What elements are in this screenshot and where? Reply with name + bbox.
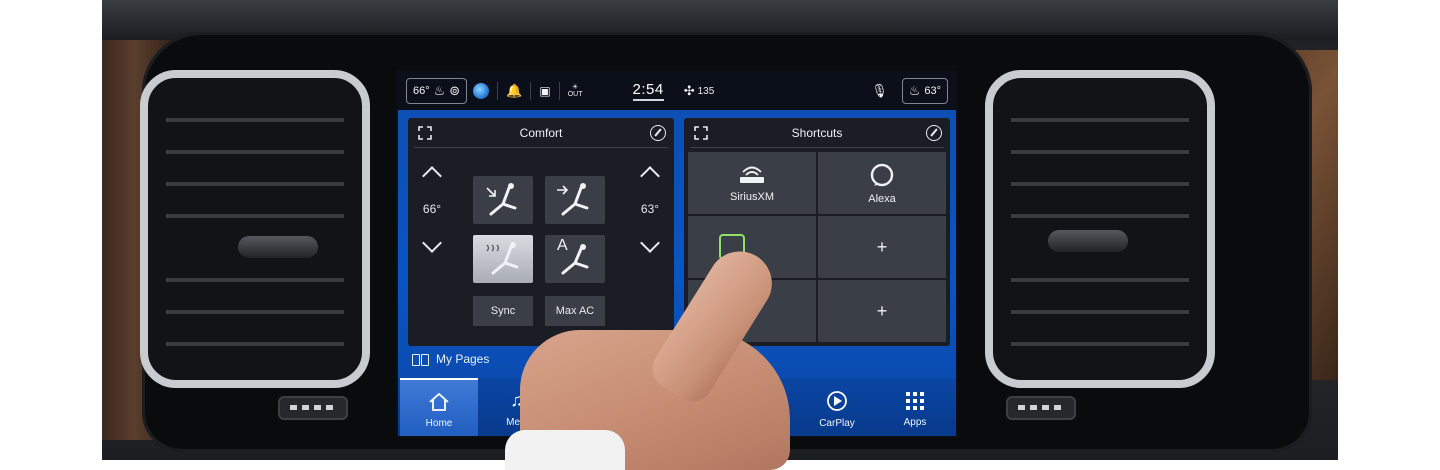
clock: 2:54 [632,81,664,101]
siriusxm-label: SiriusXM [729,190,774,203]
nav-apps[interactable]: Apps [876,378,954,436]
shortcut-siriusxm[interactable]: SiriusXM [688,152,816,214]
shortcuts-header: Shortcuts [690,118,944,148]
shortcut-alexa[interactable]: Alexa [818,152,946,214]
auto-label: A [557,237,568,254]
nav-home[interactable]: Home [400,378,478,436]
passenger-temp-value: 63° [640,202,660,216]
outside-temp-icon: ☀ [571,84,579,91]
nav-home-label: Home [425,417,453,429]
comfort-title: Comfort [519,125,563,140]
passenger-temp-down-icon[interactable] [638,234,662,258]
alexa-icon [870,163,894,186]
fan-value: 135 [697,85,715,97]
alexa-label: Alexa [868,192,896,205]
driver-climate-button[interactable]: 66° ♨ ⊚ [406,78,468,104]
driver-temp: 66° [413,85,430,97]
driver-temp-control: 66° [412,160,452,258]
driver-temp-value: 66° [422,202,442,216]
notification-bell-icon[interactable]: 🔔 [506,83,522,99]
heated-seat-icon: ♨ [433,83,446,98]
status-bar: 66° ♨ ⊚ 🔔 ▣ ☀ OUT 2:54 ✣ 135 🎙 ♨ 63° [398,72,956,110]
passenger-temp-control: 63° [630,160,670,258]
max-ac-button[interactable]: Max AC [545,296,605,326]
home-icon [429,392,449,411]
outside-temp: ☀ OUT [568,84,583,98]
fan-icon: ✣ [683,83,695,98]
comfort-panel: Comfort 66° A Sync Max AC 63° [408,118,674,346]
heated-wheel-icon: ⊚ [449,83,461,98]
vent-knob-left[interactable] [238,236,318,258]
vent-control-right[interactable] [1006,396,1076,420]
seat-forward-icon [557,183,589,216]
sync-climate-icon[interactable] [473,83,490,99]
edit-icon[interactable] [650,125,666,141]
edit-icon[interactable] [926,125,942,141]
microphone-icon[interactable]: 🎙 [871,83,888,99]
nav-carplay[interactable]: CarPlay [798,378,876,436]
driver-temp-down-icon[interactable] [420,234,444,258]
nav-carplay-label: CarPlay [819,417,855,429]
passenger-climate-button[interactable]: ♨ 63° [901,78,948,104]
driver-seat-heat-button[interactable] [473,176,533,224]
driver-temp-up-icon[interactable] [420,160,444,184]
add-shortcut-icon: + [876,237,888,257]
comfort-header: Comfort [414,118,668,148]
air-vent-right [985,70,1215,388]
pages-icon [412,353,430,366]
heated-seat-button[interactable] [473,235,533,283]
vent-control-left[interactable] [278,396,348,420]
shortcut-add-6[interactable]: + [818,280,946,342]
air-vent-left [140,70,370,388]
auto-seat-button[interactable]: A [545,235,605,283]
siriusxm-icon [740,166,764,183]
my-pages-button[interactable]: My Pages [412,352,489,366]
shirt-sleeve [505,430,625,470]
add-shortcut-icon: + [876,301,888,321]
apps-grid-icon [906,391,924,410]
expand-icon[interactable] [694,126,708,140]
passenger-seat-heat-button[interactable] [545,176,605,224]
seat-recline-icon [486,183,517,216]
outside-temp-label: OUT [567,91,583,98]
passenger-seat-icon: ♨ [908,83,921,98]
shortcut-add-4[interactable]: + [818,216,946,278]
my-pages-label: My Pages [436,352,490,366]
expand-icon[interactable] [418,126,432,140]
sync-button[interactable]: Sync [473,296,533,326]
nav-apps-label: Apps [903,416,927,428]
shortcuts-title: Shortcuts [791,125,843,140]
vent-knob-right[interactable] [1048,230,1128,252]
passenger-temp: 63° [924,85,941,97]
camera-icon[interactable]: ▣ [539,84,550,98]
passenger-temp-up-icon[interactable] [638,160,662,184]
heated-seat-icon [486,242,519,275]
carplay-icon [827,390,847,411]
